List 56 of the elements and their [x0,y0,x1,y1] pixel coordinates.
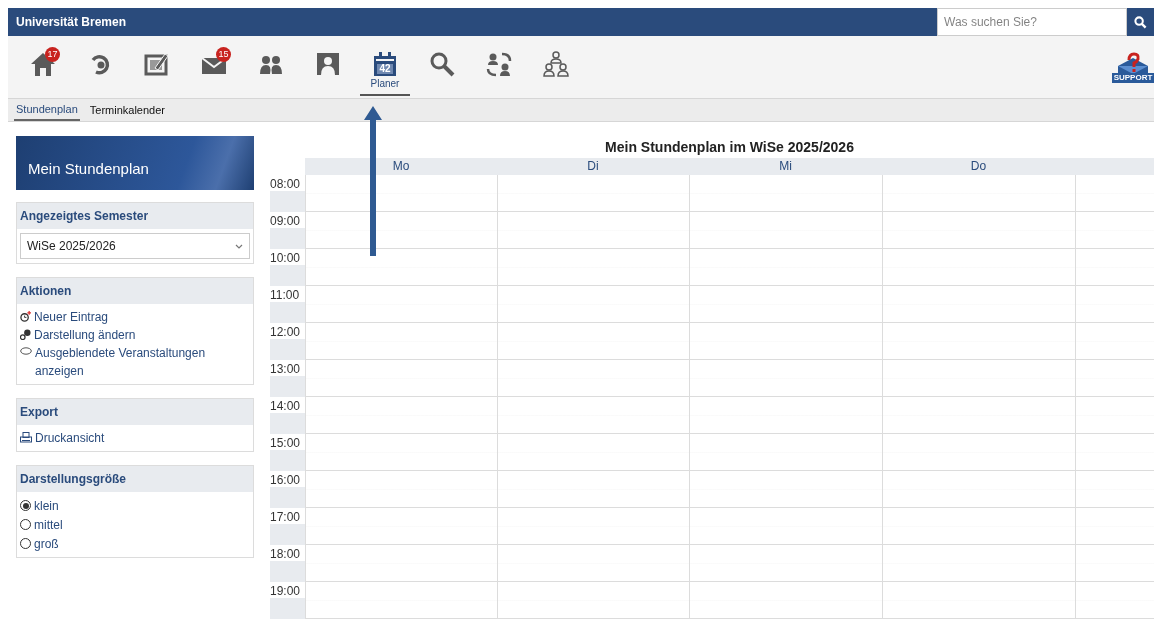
panel-heading: Export [17,399,253,425]
time-label: 11:00 [270,286,305,302]
size-option[interactable]: groß [20,534,250,553]
time-label: 12:00 [270,323,305,339]
time-label: 16:00 [270,471,305,487]
action-link[interactable]: Druckansicht [35,429,105,447]
panel-heading: Angezeigtes Semester [17,203,253,229]
nav-label: Planer [370,78,400,90]
support-button[interactable]: SUPPORT [1112,52,1154,86]
nav-button[interactable]: 15 [189,46,239,96]
time-label: 19:00 [270,582,305,598]
person-icon [314,50,342,78]
clock-plus-icon [20,311,31,322]
sub-tab[interactable]: Terminkalender [87,99,167,121]
action-link[interactable]: Neuer Eintrag [34,308,109,326]
search-icon [1134,15,1147,29]
time-label: 15:00 [270,434,305,450]
day-header: Do [882,158,1075,175]
time-label: 17:00 [270,508,305,524]
time-label: 09:00 [270,212,305,228]
day-number: 42 [379,64,391,74]
site-title: Universität Bremen [15,14,127,31]
action-link[interactable]: Ausgeblendete Veranstaltungen anzeigen [35,344,250,380]
time-label: 13:00 [270,360,305,376]
panel-heading: Darstellungsgröße [17,466,253,492]
printer-icon [20,432,32,443]
calendar-icon [371,50,399,78]
calendar-title: Mein Stundenplan im WiSe 2025/2026 [604,138,855,157]
home-icon [29,50,57,78]
size-option[interactable]: mittel [20,515,250,534]
size-option[interactable]: klein [20,496,250,515]
count-badge: 17 [45,47,60,62]
caret-icon [235,243,243,249]
sub-tab[interactable]: Stundenplan [14,99,80,121]
exchange-icon [485,50,513,78]
time-label: 18:00 [270,545,305,561]
panel-heading: Aktionen [17,278,253,304]
sidebar-title: Mein Stundenplan [28,158,149,179]
search-field[interactable]: Was suchen Sie? [937,8,1127,36]
nav-button[interactable]: 42 Planer [360,46,410,96]
nav-button[interactable]: 17 [18,46,68,96]
calendar-slot[interactable] [305,212,497,249]
org-chart-icon [542,50,570,78]
count-badge: 15 [216,47,231,62]
day-header: Di [497,158,689,175]
oval-icon [20,347,32,355]
support-label: SUPPORT [1112,73,1154,83]
time-label: 10:00 [270,249,305,265]
time-label: 08:00 [270,175,305,191]
day-header: Mo [305,158,497,175]
time-label: 14:00 [270,397,305,413]
calendar-slot[interactable] [305,175,497,212]
day-header: Mi [689,158,882,175]
action-link[interactable]: Darstellung ändern [34,326,136,344]
semester-select[interactable]: WiSe 2025/2026 [20,233,250,259]
search-icon [428,50,456,78]
